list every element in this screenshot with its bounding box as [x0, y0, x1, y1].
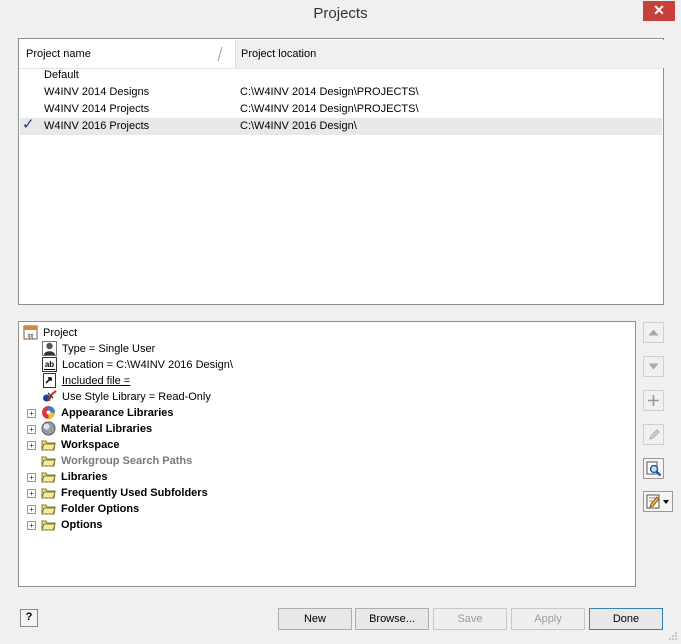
single-user-icon	[42, 341, 57, 356]
tree-label: Folder Options	[61, 503, 140, 515]
project-name: Default	[44, 69, 79, 81]
folder-icon	[41, 472, 56, 483]
folder-icon	[41, 488, 56, 499]
edit-path-button[interactable]	[643, 424, 664, 445]
project-location: C:\W4INV 2014 Design\PROJECTS\	[240, 103, 419, 115]
expand-icon[interactable]: +	[27, 505, 36, 514]
tree-label: Appearance Libraries	[61, 407, 174, 419]
arrow-up-icon	[648, 329, 659, 336]
svg-text:ipj: ipj	[27, 334, 33, 340]
column-header-project-name[interactable]: Project name	[20, 40, 235, 68]
tree-item-options[interactable]: + Options	[27, 517, 327, 533]
appearance-library-icon	[42, 406, 55, 419]
projects-list-header: Project name Project location	[20, 40, 664, 69]
tree-label: Frequently Used Subfolders	[61, 487, 208, 499]
project-name: W4INV 2014 Projects	[44, 103, 150, 115]
material-library-icon	[41, 421, 56, 436]
tree-label: Project	[43, 327, 78, 339]
tree-label: Libraries	[61, 471, 108, 483]
folder-icon	[41, 520, 56, 531]
close-button[interactable]: ✕	[643, 1, 675, 21]
column-header-project-location[interactable]: Project location	[235, 40, 664, 68]
edit-options-icon	[646, 494, 669, 508]
help-button[interactable]: ?	[20, 609, 38, 627]
move-up-button[interactable]	[643, 322, 664, 343]
title-bar: Projects ✕	[0, 0, 681, 28]
project-name: W4INV 2014 Designs	[44, 86, 150, 98]
arrow-down-icon	[648, 363, 659, 370]
tree-item-libraries[interactable]: + Libraries	[27, 469, 327, 485]
plus-icon	[648, 395, 659, 406]
resize-grip-icon[interactable]	[668, 631, 678, 641]
folder-icon	[41, 456, 56, 467]
expand-icon[interactable]: +	[27, 441, 36, 450]
projects-list[interactable]: Project name Project location Default W4…	[18, 38, 664, 305]
project-row-default[interactable]: Default	[20, 67, 662, 84]
style-library-icon	[43, 390, 57, 402]
options-menu-button[interactable]	[643, 491, 673, 512]
add-path-button[interactable]	[643, 390, 664, 411]
tree-label: Material Libraries	[61, 423, 153, 435]
browse-button[interactable]: Browse...	[355, 608, 429, 630]
column-resize-handle[interactable]	[217, 47, 223, 61]
expand-icon[interactable]: +	[27, 521, 36, 530]
linked-file-icon	[43, 373, 56, 388]
window-title: Projects	[313, 5, 368, 22]
tree-label: Workgroup Search Paths	[61, 455, 193, 467]
new-button[interactable]: New	[278, 608, 352, 630]
tree-label: Workspace	[61, 439, 120, 451]
project-file-icon: ipj	[23, 325, 38, 340]
apply-button[interactable]: Apply	[511, 608, 585, 630]
tree-label: Type = Single User	[62, 343, 156, 355]
tree-label: Location = C:\W4INV 2016 Design\	[62, 359, 233, 371]
magnifier-icon	[646, 461, 661, 476]
project-row-w4inv-2014-projects[interactable]: W4INV 2014 Projects C:\W4INV 2014 Design…	[20, 101, 662, 118]
tree-label: Options	[61, 519, 103, 531]
tree-label: Use Style Library = Read-Only	[62, 391, 211, 403]
tree-item-workgroup-search-paths[interactable]: Workgroup Search Paths	[41, 453, 341, 469]
expand-icon[interactable]: +	[27, 409, 36, 418]
expand-icon[interactable]: +	[27, 489, 36, 498]
active-project-check-icon: ✓	[22, 116, 35, 133]
save-button[interactable]: Save	[433, 608, 507, 630]
folder-icon	[41, 440, 56, 451]
tree-item-appearance-libraries[interactable]: + Appearance Libraries	[27, 405, 327, 421]
move-down-button[interactable]	[643, 356, 664, 377]
pencil-icon	[648, 428, 660, 440]
tree-item-frequently-used-subfolders[interactable]: + Frequently Used Subfolders	[27, 485, 327, 501]
text-field-icon: ab	[42, 357, 57, 372]
find-file-button[interactable]	[643, 458, 664, 479]
folder-icon	[41, 504, 56, 515]
expand-icon[interactable]: +	[27, 425, 36, 434]
project-name: W4INV 2016 Projects	[44, 120, 150, 132]
project-location: C:\W4INV 2014 Design\PROJECTS\	[240, 86, 419, 98]
tree-item-workspace[interactable]: + Workspace	[27, 437, 327, 453]
tree-label: Included file =	[62, 375, 131, 387]
svg-text:ab: ab	[45, 360, 54, 369]
project-settings-tree[interactable]: ipj Project Type = Single User ab Locati…	[18, 321, 636, 587]
project-location: C:\W4INV 2016 Design\	[240, 120, 357, 132]
tree-item-folder-options[interactable]: + Folder Options	[27, 501, 327, 517]
done-button[interactable]: Done	[589, 608, 663, 630]
expand-icon[interactable]: +	[27, 473, 36, 482]
tree-item-material-libraries[interactable]: + Material Libraries	[27, 421, 327, 437]
project-row-w4inv-2016-projects[interactable]: ✓ W4INV 2016 Projects C:\W4INV 2016 Desi…	[20, 116, 662, 135]
project-row-w4inv-2014-designs[interactable]: W4INV 2014 Designs C:\W4INV 2014 Design\…	[20, 84, 662, 101]
